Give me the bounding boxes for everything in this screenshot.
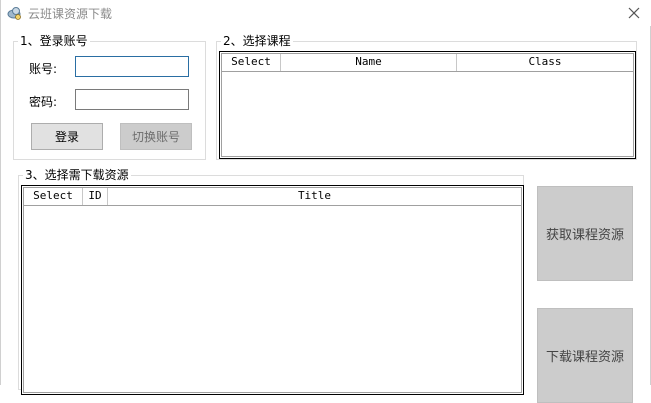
login-group-legend: 1、登录账号 [18,34,90,48]
column-header-name[interactable]: Name [281,54,457,71]
course-grid-body[interactable]: Select Name Class [221,53,634,157]
login-button[interactable]: 登录 [31,123,103,150]
resource-grid-body[interactable]: Select ID Title [23,187,522,393]
login-group: 1、登录账号 账号: 密码: 登录 切换账号 [13,34,206,160]
course-group: 2、选择课程 Select Name Class [216,34,637,160]
resource-group-legend: 3、选择需下载资源 [23,168,131,182]
password-input[interactable] [75,89,189,110]
account-label: 账号: [29,62,58,76]
switch-account-button[interactable]: 切换账号 [120,123,192,150]
column-header-select[interactable]: Select [24,188,83,205]
download-resources-button[interactable]: 下载课程资源 [537,308,633,403]
cloud-gear-icon [7,7,21,20]
course-group-legend: 2、选择课程 [221,34,293,48]
column-header-id[interactable]: ID [83,188,108,205]
close-icon [628,7,640,19]
course-grid[interactable]: Select Name Class [219,51,636,159]
close-button[interactable] [624,3,644,23]
main-window: 云班课资源下载 1、登录账号 账号: 密码: 登录 切换账号 2、选择课程 Se… [0,0,651,403]
column-header-select[interactable]: Select [222,54,281,71]
resource-group: 3、选择需下载资源 Select ID Title [18,168,524,395]
resource-grid[interactable]: Select ID Title [21,185,524,395]
column-header-title[interactable]: Title [108,188,521,205]
resource-grid-header: Select ID Title [24,188,521,206]
fetch-resources-button[interactable]: 获取课程资源 [537,186,633,281]
course-grid-header: Select Name Class [222,54,633,72]
window-title: 云班课资源下载 [28,7,113,21]
column-header-class[interactable]: Class [457,54,633,71]
account-input[interactable] [75,56,189,77]
password-label: 密码: [29,95,58,109]
title-bar[interactable]: 云班课资源下载 [1,0,651,26]
